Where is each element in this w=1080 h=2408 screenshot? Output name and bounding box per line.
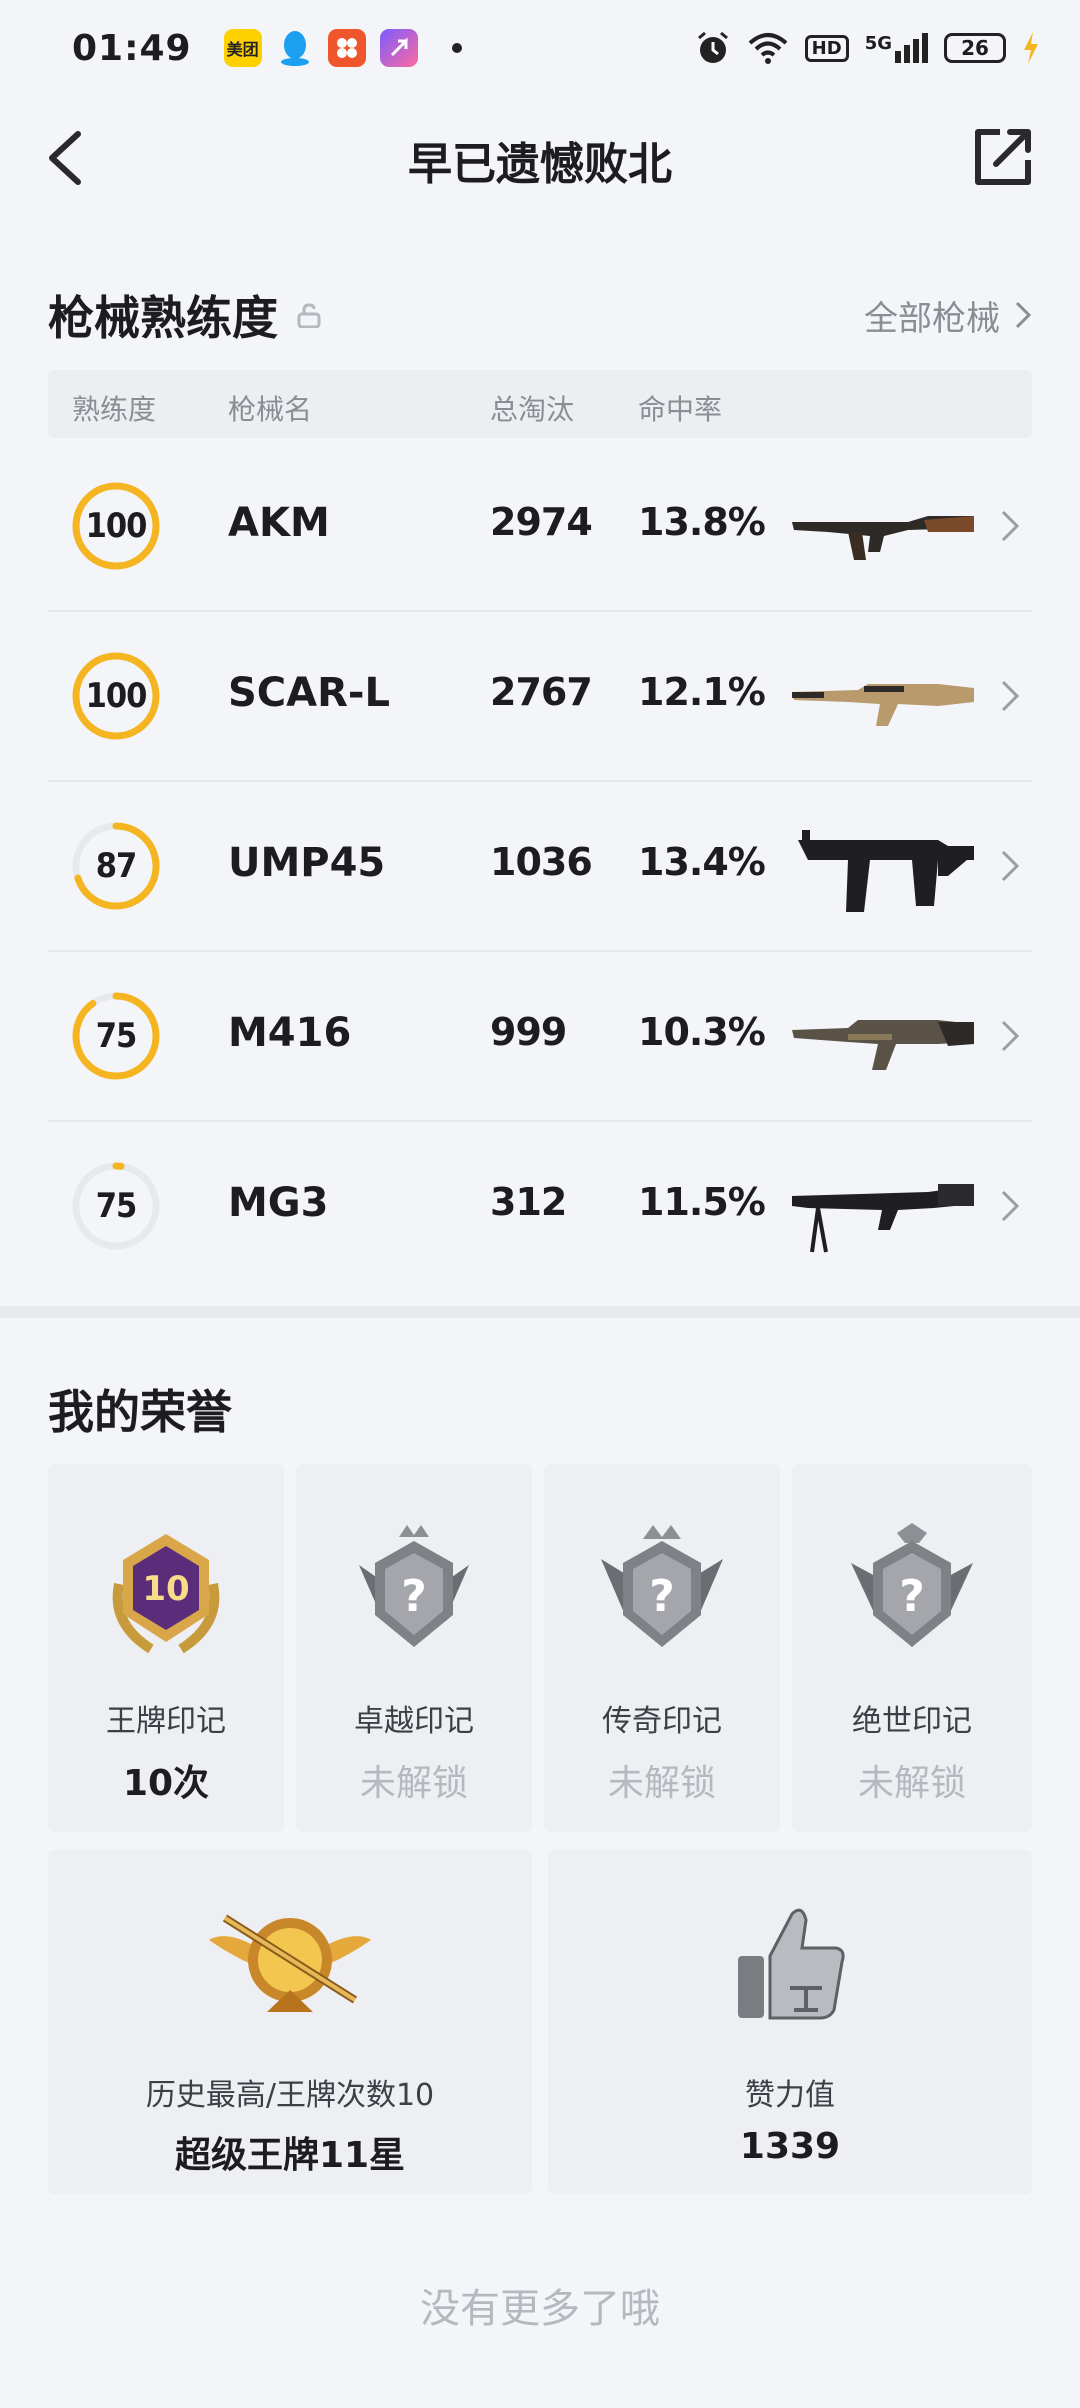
- highest-rank-label: 历史最高/王牌次数10: [145, 2078, 435, 2113]
- badge-card-legend[interactable]: ? 传奇印记 未解锁: [544, 1464, 780, 1832]
- chevron-right-icon: [1001, 1190, 1020, 1222]
- rank-emblem-icon: [209, 1914, 371, 2012]
- network-label: 5G: [864, 33, 892, 54]
- thumbs-up-icon: [738, 1908, 845, 2020]
- peerless-value: 未解锁: [857, 1763, 966, 1804]
- weapon-kills: 999: [490, 1010, 567, 1054]
- all-weapons-label: 全部枪械: [864, 298, 1000, 339]
- highest-rank-value: 超级王牌11星: [174, 2135, 406, 2176]
- weapon-image: [792, 516, 974, 560]
- mastery-table-header: 熟练度 枪械名 总淘汰 命中率: [48, 370, 1032, 438]
- excellence-badge-icon: ?: [359, 1525, 469, 1647]
- weapon-name: AKM: [228, 500, 330, 546]
- notification-dot: [451, 43, 462, 53]
- ace-badge-icon: 10: [112, 1534, 220, 1654]
- legend-label: 传奇印记: [602, 1704, 722, 1739]
- weapon-image: [792, 1020, 974, 1070]
- shortcut-icon: [379, 29, 418, 67]
- svg-text:?: ?: [649, 1571, 675, 1622]
- chevron-right-icon: [1001, 680, 1020, 712]
- mastery-level: 100: [85, 506, 148, 546]
- legend-value: 未解锁: [607, 1763, 716, 1804]
- header-hit-rate: 命中率: [638, 393, 723, 426]
- svg-text:?: ?: [401, 1571, 427, 1622]
- alarm-icon: [697, 31, 728, 63]
- weapon-row[interactable]: 100 SCAR-L 2767 12.1%: [48, 610, 1032, 782]
- chevron-right-icon: [1001, 1020, 1020, 1052]
- weapon-name: SCAR-L: [228, 670, 391, 716]
- no-more-footer: 没有更多了哦: [420, 2286, 660, 2332]
- mastery-level: 75: [95, 1016, 138, 1056]
- charging-icon: [1024, 32, 1038, 64]
- status-time: 01:49: [72, 27, 192, 69]
- weapon-row[interactable]: 100 AKM 2974 13.8%: [48, 440, 1032, 612]
- excellence-value: 未解锁: [359, 1763, 468, 1804]
- honors-section-header: 我的荣誉: [48, 1376, 1032, 1442]
- weapon-hit-rate: 12.1%: [638, 670, 766, 714]
- badge-card-peerless[interactable]: ? 绝世印记 未解锁: [792, 1464, 1032, 1832]
- qq-icon: [276, 29, 314, 67]
- highest-rank-card[interactable]: 历史最高/王牌次数10 超级王牌11星: [48, 1850, 532, 2194]
- hd-badge: HD: [804, 34, 849, 62]
- ace-badge-number: 10: [142, 1569, 189, 1609]
- header-name: 枪械名: [228, 393, 313, 426]
- svg-text:?: ?: [899, 1571, 925, 1622]
- weapon-kills: 2974: [490, 500, 593, 544]
- weapon-image: [798, 830, 974, 912]
- mastery-level: 75: [95, 1186, 138, 1226]
- weapon-name: M416: [228, 1010, 352, 1056]
- weapon-row[interactable]: 75 M416 999 10.3%: [48, 950, 1032, 1122]
- weapon-image: [792, 684, 974, 726]
- honors-title: 我的荣誉: [48, 1385, 232, 1439]
- weapon-hit-rate: 13.8%: [638, 500, 766, 544]
- weapon-row[interactable]: 75 MG3 312 11.5%: [48, 1120, 1032, 1290]
- status-bar-left: 01:49 美团: [72, 28, 462, 69]
- ace-value: 10次: [122, 1763, 210, 1804]
- chevron-right-icon: [1015, 301, 1032, 329]
- chevron-right-icon: [1001, 850, 1020, 882]
- share-icon: [975, 129, 1031, 185]
- header-kills: 总淘汰: [490, 393, 575, 426]
- nav-bar: 早已遗憾败北: [0, 110, 1080, 205]
- status-bar-right: HD 5G 26: [695, 30, 1040, 66]
- peerless-label: 绝世印记: [852, 1704, 972, 1739]
- likes-card[interactable]: 赞力值 1339: [548, 1850, 1032, 2194]
- weapon-hit-rate: 13.4%: [638, 840, 766, 884]
- ace-label: 王牌印记: [106, 1704, 226, 1739]
- meituan-app-icon: 美团: [223, 29, 262, 67]
- chevron-right-icon: [1001, 510, 1020, 542]
- signal-icon: 5G: [865, 33, 928, 63]
- weapon-hit-rate: 11.5%: [638, 1180, 766, 1224]
- badge-card-excellence[interactable]: ? 卓越印记 未解锁: [296, 1464, 532, 1832]
- excellence-label: 卓越印记: [354, 1704, 474, 1739]
- mastery-section-header: 枪械熟练度 全部枪械: [48, 282, 1032, 348]
- header-level: 熟练度: [72, 393, 157, 426]
- page-title: 早已遗憾败北: [408, 139, 672, 190]
- app-icon: [327, 29, 366, 67]
- weapon-hit-rate: 10.3%: [638, 1010, 766, 1054]
- weapon-kills: 2767: [490, 670, 593, 714]
- share-button[interactable]: [970, 124, 1036, 190]
- badge-card-ace[interactable]: 10 王牌印记 10次: [48, 1464, 284, 1832]
- mastery-title-wrap: 枪械熟练度: [48, 282, 322, 348]
- weapon-name: UMP45: [228, 840, 386, 886]
- wifi-icon: [748, 33, 787, 64]
- all-weapons-link[interactable]: 全部枪械: [864, 291, 1032, 340]
- weapon-image: [792, 1184, 974, 1253]
- weapon-kills: 1036: [490, 840, 593, 884]
- likes-value: 1339: [739, 2126, 841, 2167]
- status-bar: 01:49 美团 HD 5G 26: [0, 0, 1080, 96]
- likes-label: 赞力值: [745, 2078, 835, 2113]
- mastery-title: 枪械熟练度: [48, 291, 278, 345]
- battery-indicator: 26: [944, 33, 1006, 63]
- section-divider: [0, 1306, 1080, 1318]
- mastery-level: 87: [95, 846, 138, 886]
- weapon-row[interactable]: 87 UMP45 1036 13.4%: [48, 780, 1032, 952]
- weapon-name: MG3: [228, 1180, 329, 1226]
- peerless-badge-icon: ?: [851, 1523, 973, 1647]
- weapon-kills: 312: [490, 1180, 567, 1224]
- legend-badge-icon: ?: [601, 1525, 723, 1647]
- mastery-level: 100: [85, 676, 148, 716]
- unlock-icon[interactable]: [296, 302, 322, 328]
